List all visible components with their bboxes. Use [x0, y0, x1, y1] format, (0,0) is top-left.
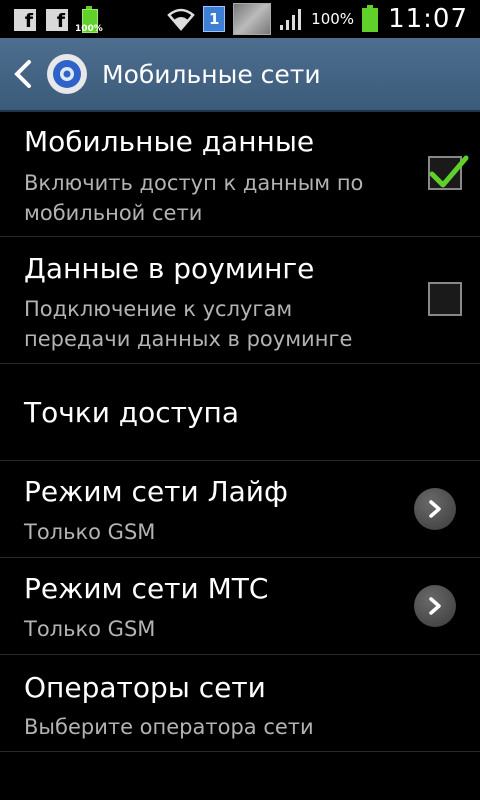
- setting-title: Режим сети Лайф: [24, 475, 288, 508]
- facebook-icon: f: [14, 9, 36, 31]
- setting-summary: Только GSM: [24, 617, 156, 641]
- setting-summary: Только GSM: [24, 520, 156, 544]
- setting-title: Данные в роуминге: [24, 252, 315, 285]
- setting-title: Точки доступа: [24, 396, 240, 429]
- setting-summary: Подключение к услугам передачи данных в …: [24, 297, 353, 351]
- back-icon[interactable]: [8, 44, 38, 104]
- setting-network-operators[interactable]: Операторы сети Выберите оператора сети: [0, 655, 480, 752]
- gear-icon: [47, 54, 87, 94]
- battery-icon: [362, 5, 380, 33]
- action-bar: Мобильные сети: [0, 38, 480, 112]
- check-icon: [429, 155, 469, 188]
- page-title: Мобильные сети: [102, 59, 321, 89]
- battery-small-percent: 100%: [75, 24, 103, 34]
- setting-summary: Включить доступ к данным по мобильной се…: [24, 171, 364, 225]
- battery-percent: 100%: [311, 10, 355, 28]
- image-thumbnail-icon: [233, 3, 272, 35]
- setting-network-mode-life[interactable]: Режим сети Лайф Только GSM: [0, 461, 480, 558]
- notification-count-badge: 1: [203, 6, 226, 32]
- chevron-right-icon[interactable]: [414, 585, 456, 627]
- setting-title: Мобильные данные: [24, 125, 315, 158]
- settings-list: Мобильные данные Включить доступ к данны…: [0, 112, 480, 752]
- signal-icon: [280, 9, 302, 30]
- setting-title: Режим сети МТС: [24, 572, 269, 605]
- clock: 11:07: [388, 4, 468, 34]
- status-bar: f f 100% 1 100% 11:07: [0, 0, 480, 38]
- data-roaming-checkbox[interactable]: [428, 282, 462, 316]
- mobile-data-checkbox[interactable]: [428, 155, 469, 190]
- wifi-icon: [167, 8, 195, 31]
- setting-title: Операторы сети: [24, 671, 266, 704]
- battery-icon: 100%: [75, 6, 103, 34]
- setting-summary: Выберите оператора сети: [24, 715, 314, 739]
- setting-data-roaming[interactable]: Данные в роуминге Подключение к услугам …: [0, 237, 480, 364]
- setting-access-points[interactable]: Точки доступа: [0, 364, 480, 461]
- facebook-icon: f: [46, 9, 68, 31]
- setting-mobile-data[interactable]: Мобильные данные Включить доступ к данны…: [0, 112, 480, 237]
- setting-network-mode-mts[interactable]: Режим сети МТС Только GSM: [0, 558, 480, 655]
- chevron-right-icon[interactable]: [414, 488, 456, 530]
